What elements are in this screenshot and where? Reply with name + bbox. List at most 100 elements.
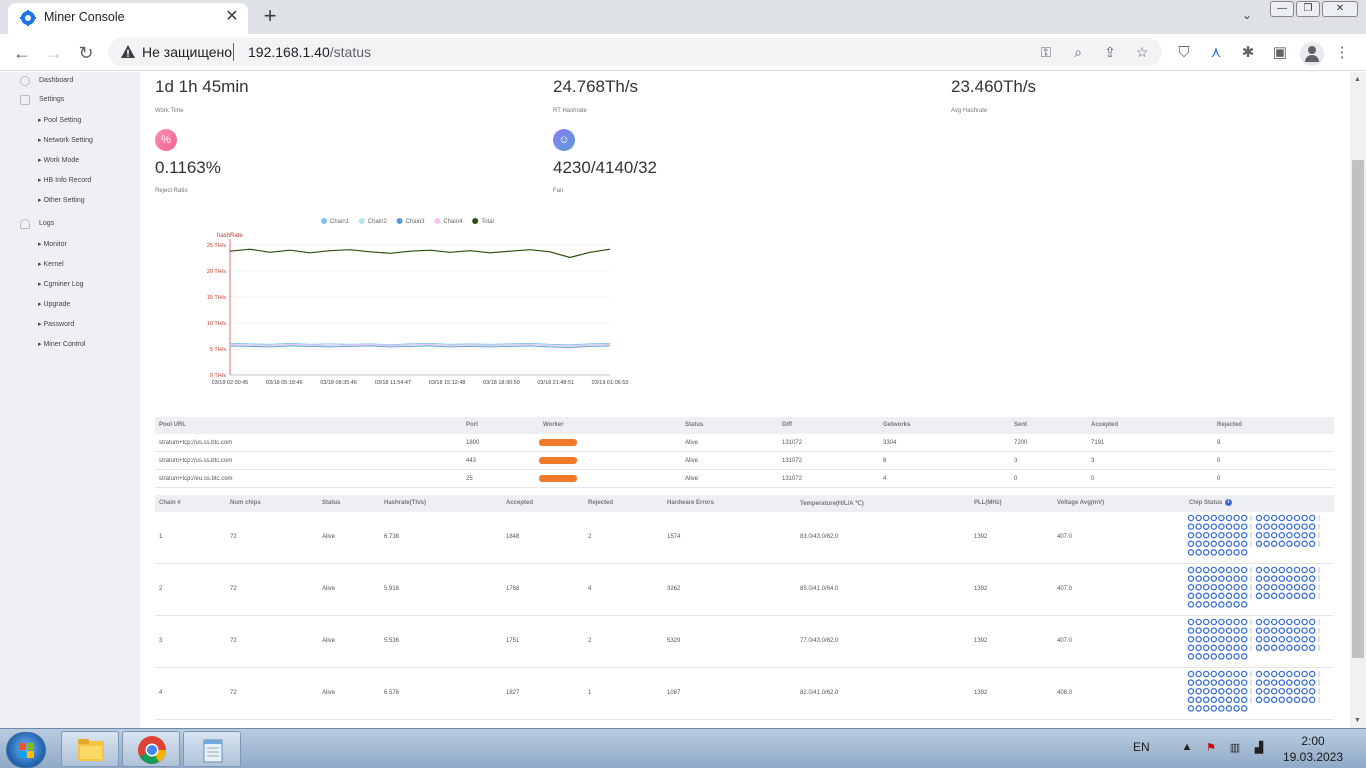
- chip-dot: [1202, 592, 1210, 600]
- chain-cell: 72: [230, 638, 237, 644]
- chip-dot: [1255, 592, 1263, 600]
- extensions-puzzle-icon[interactable]: ✱: [1238, 43, 1258, 63]
- share-icon[interactable]: ⇪: [1102, 44, 1118, 60]
- minimize-button[interactable]: —: [1270, 1, 1294, 17]
- close-window-button[interactable]: ✕: [1322, 1, 1358, 17]
- sidebar-item-dashboard[interactable]: Dashboard: [39, 77, 73, 84]
- chip-dot: [1308, 583, 1316, 591]
- y-tick-label: 5 TH/s: [210, 347, 226, 353]
- profile-avatar[interactable]: [1300, 42, 1324, 66]
- chip-dot: [1187, 583, 1195, 591]
- back-icon[interactable]: ←: [10, 41, 34, 65]
- new-tab-button[interactable]: +: [258, 4, 282, 28]
- warning-icon[interactable]: [120, 44, 136, 60]
- chain-cell: 85.0/41.0/64.0: [800, 586, 839, 592]
- sidebar-item-other-setting[interactable]: ▸ Other Setting: [38, 196, 85, 204]
- chain-cell: 5.916: [384, 586, 400, 592]
- chip-dot: [1255, 575, 1263, 582]
- chip-dot: [1195, 705, 1202, 712]
- chain-cell: 3: [159, 638, 163, 644]
- taskbar: EN ▲ ⚑ ▥ ▟ 2:00 19.03.2023: [0, 728, 1366, 768]
- chrome-taskbar-button[interactable]: [122, 731, 180, 767]
- chip-dot: [1240, 514, 1248, 522]
- chip-dot: [1225, 670, 1233, 678]
- sidebar-item-hb-info-record[interactable]: ▸ HB Info Record: [38, 176, 91, 184]
- chain-header-cell: PLL(MHz): [974, 500, 1002, 506]
- key-icon[interactable]: ⚿: [1038, 44, 1054, 60]
- clock-date: 19.03.2023: [1282, 750, 1344, 764]
- power-icon[interactable]: ▥: [1228, 741, 1242, 755]
- chip-dot: [1293, 575, 1301, 582]
- sidebar-item-monitor[interactable]: ▸ Monitor: [38, 240, 67, 248]
- browser-tab[interactable]: Miner Console ✕: [8, 3, 248, 34]
- chain-cell: 1087: [667, 690, 681, 696]
- chip-dot: [1255, 644, 1263, 652]
- chip-dot: [1263, 575, 1270, 582]
- chain-cell: 1392: [974, 638, 988, 644]
- scrollbar-thumb[interactable]: [1352, 160, 1364, 658]
- sidebar-item-miner-control[interactable]: ▸ Miner Control: [38, 340, 85, 348]
- network-signal-icon[interactable]: ▟: [1252, 741, 1266, 755]
- chip-dot: [1308, 618, 1316, 626]
- sidebar-item-settings[interactable]: Settings: [39, 96, 64, 103]
- address-bar[interactable]: Не защищено 192.168.1.40/status ⚿ ⌕ ⇪ ☆: [108, 38, 1162, 66]
- chip-status-info-icon[interactable]: i: [1225, 499, 1232, 506]
- chip-dot: [1187, 514, 1195, 522]
- close-tab-icon[interactable]: ✕: [222, 7, 242, 27]
- reject-ratio-value: 0.1163%: [155, 158, 221, 177]
- chip-dot: [1301, 679, 1308, 686]
- tab-search-chevron-icon[interactable]: ⌄: [1238, 8, 1256, 26]
- chip-dot: [1301, 583, 1308, 591]
- chip-dot: [1187, 618, 1195, 626]
- translate-extension-icon[interactable]: ⋏: [1206, 43, 1226, 63]
- start-button[interactable]: [6, 732, 46, 768]
- chip-dot: [1218, 531, 1225, 539]
- not-secure-label[interactable]: Не защищено: [142, 44, 232, 60]
- menu-kebab-icon[interactable]: ⋮: [1332, 43, 1352, 63]
- language-indicator[interactable]: EN: [1133, 740, 1150, 754]
- tray-overflow-icon[interactable]: ▲: [1180, 741, 1194, 755]
- sidebar-item-network-setting[interactable]: ▸ Network Setting: [38, 136, 93, 144]
- clock[interactable]: 2:00 19.03.2023: [1280, 733, 1346, 765]
- reload-icon[interactable]: ↻: [74, 41, 98, 65]
- chip-dot: [1255, 618, 1263, 626]
- avg-hashrate-value: 23.460Th/s: [951, 77, 1037, 96]
- chain-cell: 4: [588, 586, 592, 592]
- chip-dot: [1240, 653, 1248, 660]
- chip-dot: [1218, 653, 1225, 660]
- sidebar-item-pool-setting[interactable]: ▸ Pool Setting: [38, 116, 81, 124]
- chip-dot: [1293, 540, 1301, 548]
- chip-dot: [1202, 575, 1210, 582]
- chain-cell: 6.738: [384, 534, 400, 540]
- chip-dot: [1202, 583, 1210, 591]
- y-axis-label: hashRate: [217, 233, 243, 239]
- page-scrollbar[interactable]: ▲ ▼: [1350, 72, 1366, 728]
- chip-dot: [1301, 687, 1308, 695]
- forward-icon[interactable]: →: [42, 41, 66, 65]
- side-panel-icon[interactable]: ▣: [1270, 43, 1290, 63]
- chip-dot: [1240, 601, 1248, 608]
- scroll-down-icon[interactable]: ▼: [1354, 717, 1361, 724]
- chain-header-cell: Temperature(H/L/A ℃): [800, 501, 864, 507]
- chip-dot: [1195, 627, 1202, 634]
- browser-tab-strip: Miner Console ✕ + ⌄ — ❐ ✕: [0, 0, 1366, 34]
- sidebar-item-cgminer-log[interactable]: ▸ Cgminer Log: [38, 280, 84, 288]
- restore-button[interactable]: ❐: [1296, 1, 1320, 17]
- scroll-up-icon[interactable]: ▲: [1354, 76, 1361, 83]
- bookmark-star-icon[interactable]: ☆: [1134, 44, 1150, 60]
- chip-dot: [1240, 687, 1248, 695]
- shield-extension-icon[interactable]: ⛉: [1174, 43, 1194, 63]
- url-text[interactable]: 192.168.1.40/status: [248, 44, 371, 60]
- explorer-taskbar-button[interactable]: [61, 731, 119, 767]
- sidebar-item-kernel[interactable]: ▸ Kernel: [38, 260, 64, 268]
- page-viewport: Dashboard Settings ▸ Pool Setting ▸ Netw…: [0, 72, 1350, 728]
- sidebar-item-upgrade[interactable]: ▸ Upgrade: [38, 300, 70, 308]
- chip-dot: [1301, 670, 1308, 678]
- action-center-icon[interactable]: ⚑: [1204, 741, 1218, 755]
- notepad-taskbar-button[interactable]: [183, 731, 241, 767]
- sidebar-item-work-mode[interactable]: ▸ Work Mode: [38, 156, 79, 164]
- zoom-icon[interactable]: ⌕: [1070, 44, 1086, 60]
- sidebar-item-password[interactable]: ▸ Password: [38, 320, 74, 328]
- chain-cell: 83.0/43.0/62.0: [800, 534, 839, 540]
- sidebar-item-logs[interactable]: Logs: [39, 220, 54, 227]
